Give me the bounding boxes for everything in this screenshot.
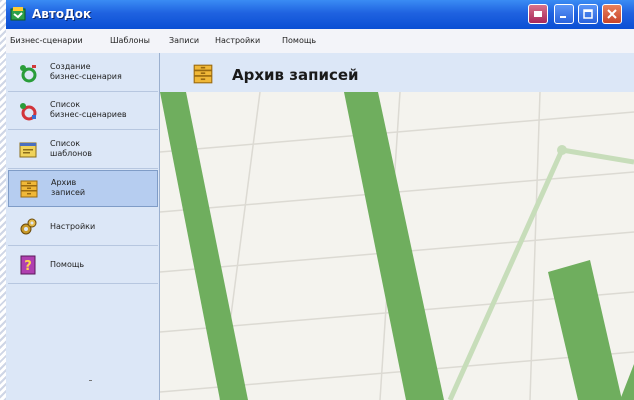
close-button[interactable] xyxy=(602,4,622,24)
menu-help[interactable]: Помощь xyxy=(282,36,316,45)
svg-text:?: ? xyxy=(24,259,32,274)
sidebar-item-scenario-list[interactable]: Список бизнес-сценариев xyxy=(8,93,158,130)
help-icon: ? xyxy=(20,255,36,275)
sidebar-divider-mark xyxy=(89,380,92,381)
maximize-button[interactable] xyxy=(578,4,598,24)
menu-records[interactable]: Записи xyxy=(169,36,199,45)
scenario-list-icon xyxy=(20,103,37,121)
menu-settings[interactable]: Настройки xyxy=(215,36,260,45)
sidebar-item-label: Список шаблонов xyxy=(50,139,93,158)
sidebar-item-label: Список бизнес-сценариев xyxy=(50,100,127,119)
app-window: АвтоДок Бизнес-сценарии Шаблоны Записи Н… xyxy=(6,0,634,400)
sidebar-item-label: Архив записей xyxy=(51,178,86,197)
sidebar-item-label: Настройки xyxy=(50,222,96,231)
menu-business-scenarios[interactable]: Бизнес-сценарии xyxy=(10,36,83,45)
menu-templates[interactable]: Шаблоны xyxy=(110,36,150,45)
records-archive-icon xyxy=(193,64,213,84)
maximize-icon xyxy=(583,9,593,19)
title-bar[interactable]: АвтоДок xyxy=(6,0,634,29)
sidebar-item-label: Помощь xyxy=(50,260,85,269)
create-scenario-icon xyxy=(20,65,37,83)
content-header: Архив записей xyxy=(160,53,634,92)
menu-bar: Бизнес-сценарии Шаблоны Записи Настройки… xyxy=(6,29,634,54)
window-title: АвтоДок xyxy=(32,7,92,21)
minimize-button[interactable] xyxy=(554,4,574,24)
navigation-sidebar: Создание бизнес-сценария Список бизнес-с… xyxy=(6,53,160,400)
records-archive-icon xyxy=(20,180,38,198)
sidebar-item-label: Создание бизнес-сценария xyxy=(50,62,122,81)
app-logo-icon xyxy=(10,7,26,21)
settings-gears-icon xyxy=(20,218,37,235)
sidebar-item-records-archive[interactable]: Архив записей xyxy=(8,170,158,207)
help-titlebar-button[interactable] xyxy=(528,4,548,24)
decorative-chart-photo xyxy=(160,92,634,400)
close-icon xyxy=(607,9,617,19)
sidebar-item-settings[interactable]: Настройки xyxy=(8,209,158,246)
page-title: Архив записей xyxy=(232,66,359,84)
sidebar-item-help[interactable]: ? Помощь xyxy=(8,247,158,284)
minimize-icon xyxy=(560,16,566,18)
trend-point-shape xyxy=(557,145,567,155)
sidebar-item-template-list[interactable]: Список шаблонов xyxy=(8,132,158,169)
help-titlebar-icon xyxy=(534,11,542,17)
sidebar-item-create-scenario[interactable]: Создание бизнес-сценария xyxy=(8,55,158,92)
template-list-icon xyxy=(19,142,37,158)
